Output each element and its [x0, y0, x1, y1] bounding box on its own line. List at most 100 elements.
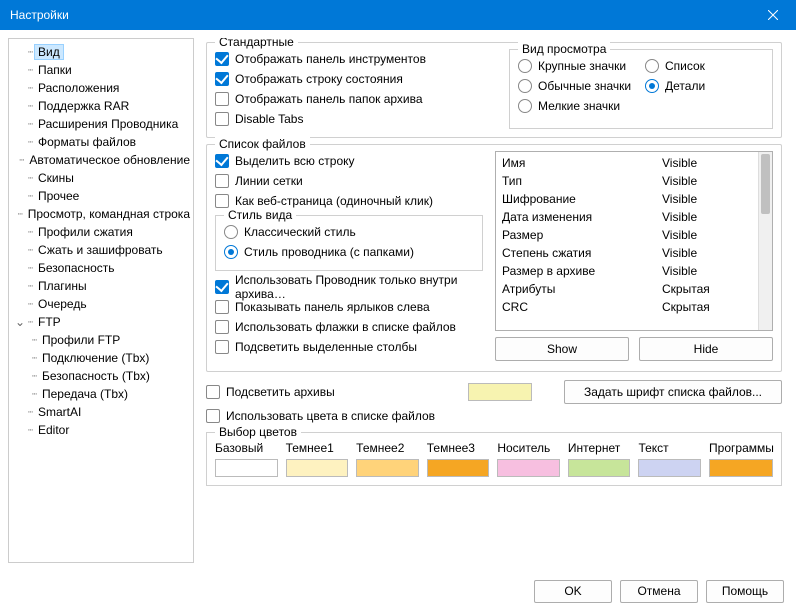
column-row[interactable]: CRCСкрытая	[502, 298, 752, 316]
tree-item[interactable]: ···Безопасность	[9, 259, 193, 277]
viewmode-radio[interactable]: Обычные значки	[518, 76, 637, 96]
column-name: Шифрование	[502, 192, 662, 206]
color-swatch[interactable]	[497, 459, 560, 477]
column-visibility: Visible	[662, 228, 752, 242]
filelist-group: Список файлов Выделить всю строкуЛинии с…	[206, 144, 782, 372]
checkbox-icon	[215, 52, 229, 66]
column-visibility: Visible	[662, 246, 752, 260]
radio-icon	[645, 59, 659, 73]
scroll-thumb[interactable]	[761, 154, 770, 214]
tree-item-label: Прочее	[35, 189, 82, 203]
color-swatch[interactable]	[286, 459, 349, 477]
viewstyle-group: Стиль вида Классический стильСтиль прово…	[215, 215, 483, 271]
viewmode-radio[interactable]: Мелкие значки	[518, 96, 637, 116]
tree-item[interactable]: ···Форматы файлов	[9, 133, 193, 151]
tree-item[interactable]: ···Расширения Проводника	[9, 115, 193, 133]
tree-item[interactable]: ···Очередь	[9, 295, 193, 313]
use-colors-label: Использовать цвета в списке файлов	[226, 409, 435, 423]
tree-item[interactable]: ···Сжать и зашифровать	[9, 241, 193, 259]
column-row[interactable]: Дата измененияVisible	[502, 208, 752, 226]
tree-item[interactable]: ···Вид	[9, 43, 193, 61]
filelist-legend: Список файлов	[215, 137, 310, 151]
checkbox-icon	[206, 409, 220, 423]
columns-listbox[interactable]: ИмяVisibleТипVisibleШифрованиеVisibleДат…	[495, 151, 773, 331]
hide-button[interactable]: Hide	[639, 337, 773, 361]
help-button[interactable]: Помощь	[706, 580, 784, 603]
column-visibility: Скрытая	[662, 282, 752, 296]
tree-item[interactable]: ···Просмотр, командная строка	[9, 205, 193, 223]
column-row[interactable]: ИмяVisible	[502, 154, 752, 172]
column-row[interactable]: Размер в архивеVisible	[502, 262, 752, 280]
column-row[interactable]: ШифрованиеVisible	[502, 190, 752, 208]
viewstyle-radio[interactable]: Стиль проводника (с папками)	[224, 242, 474, 262]
tree-item[interactable]: ···Скины	[9, 169, 193, 187]
tree-item-label: Профили сжатия	[35, 225, 136, 239]
tree-item-label: Папки	[35, 63, 75, 77]
tree-item[interactable]: ···Editor	[9, 421, 193, 439]
filelist-checkbox[interactable]: Линии сетки	[215, 171, 483, 191]
column-row[interactable]: ТипVisible	[502, 172, 752, 190]
column-visibility: Visible	[662, 192, 752, 206]
tree-item[interactable]: ⌄···FTP	[9, 313, 193, 331]
tree-item[interactable]: ···Прочее	[9, 187, 193, 205]
tree-item[interactable]: ···Автоматическое обновление	[9, 151, 193, 169]
viewmode-radio[interactable]: Список	[645, 56, 764, 76]
highlight-color-swatch[interactable]	[468, 383, 532, 401]
color-swatch[interactable]	[356, 459, 419, 477]
column-name: CRC	[502, 300, 662, 314]
color-column: Базовый	[215, 441, 278, 477]
tree-item-label: Сжать и зашифровать	[35, 243, 166, 257]
viewmode-radio[interactable]: Детали	[645, 76, 764, 96]
color-swatch[interactable]	[568, 459, 631, 477]
column-row[interactable]: АтрибутыСкрытая	[502, 280, 752, 298]
checkbox-icon	[215, 92, 229, 106]
standard-checkbox[interactable]: Отображать панель папок архива	[215, 89, 497, 109]
tree-item-label: Форматы файлов	[35, 135, 139, 149]
close-button[interactable]	[750, 0, 796, 30]
standard-group: Стандартные Отображать панель инструмент…	[206, 42, 782, 138]
column-name: Атрибуты	[502, 282, 662, 296]
radio-icon	[518, 59, 532, 73]
tree-item[interactable]: ···Безопасность (Tbx)	[9, 367, 193, 385]
cancel-button[interactable]: Отмена	[620, 580, 698, 603]
filelist-checkbox[interactable]: Подсветить выделенные столбы	[215, 337, 483, 357]
column-row[interactable]: РазмерVisible	[502, 226, 752, 244]
color-swatch[interactable]	[215, 459, 278, 477]
tree-item[interactable]: ···Плагины	[9, 277, 193, 295]
tree-item-label: Профили FTP	[39, 333, 123, 347]
filelist-checkbox[interactable]: Использовать флажки в списке файлов	[215, 317, 483, 337]
standard-checkbox-label: Отображать строку состояния	[235, 72, 403, 86]
color-swatch[interactable]	[709, 459, 773, 477]
color-swatch[interactable]	[638, 459, 701, 477]
tree-item[interactable]: ···Расположения	[9, 79, 193, 97]
titlebar: Настройки	[0, 0, 796, 30]
tree-item[interactable]: ···SmartAI	[9, 403, 193, 421]
viewstyle-radio[interactable]: Классический стиль	[224, 222, 474, 242]
tree-item[interactable]: ···Поддержка RAR	[9, 97, 193, 115]
ok-button[interactable]: OK	[534, 580, 612, 603]
show-button[interactable]: Show	[495, 337, 629, 361]
tree-item[interactable]: ···Передача (Tbx)	[9, 385, 193, 403]
standard-checkbox[interactable]: Отображать панель инструментов	[215, 49, 497, 69]
column-row[interactable]: Степень сжатияVisible	[502, 244, 752, 262]
standard-checkbox[interactable]: Disable Tabs	[215, 109, 497, 129]
viewmode-radio[interactable]: Крупные значки	[518, 56, 637, 76]
column-name: Имя	[502, 156, 662, 170]
filelist-checkbox-label: Использовать Проводник только внутри арх…	[235, 273, 483, 301]
tree-item[interactable]: ···Профили FTP	[9, 331, 193, 349]
tree-item[interactable]: ···Профили сжатия	[9, 223, 193, 241]
standard-checkbox[interactable]: Отображать строку состояния	[215, 69, 497, 89]
filelist-checkbox[interactable]: Выделить всю строку	[215, 151, 483, 171]
settings-tree[interactable]: ···Вид···Папки···Расположения···Поддержк…	[8, 38, 194, 563]
filelist-checkbox[interactable]: Использовать Проводник только внутри арх…	[215, 277, 483, 297]
tree-item-label: Плагины	[35, 279, 90, 293]
tree-item[interactable]: ···Подключение (Tbx)	[9, 349, 193, 367]
color-swatch[interactable]	[427, 459, 490, 477]
tree-item[interactable]: ···Папки	[9, 61, 193, 79]
set-font-button[interactable]: Задать шрифт списка файлов...	[564, 380, 782, 404]
tree-item-label: Editor	[35, 423, 72, 437]
highlight-archives-check[interactable]: Подсветить архивы	[206, 382, 456, 402]
columns-scrollbar[interactable]	[758, 152, 772, 330]
use-colors-check[interactable]: Использовать цвета в списке файлов	[206, 406, 782, 426]
column-name: Тип	[502, 174, 662, 188]
